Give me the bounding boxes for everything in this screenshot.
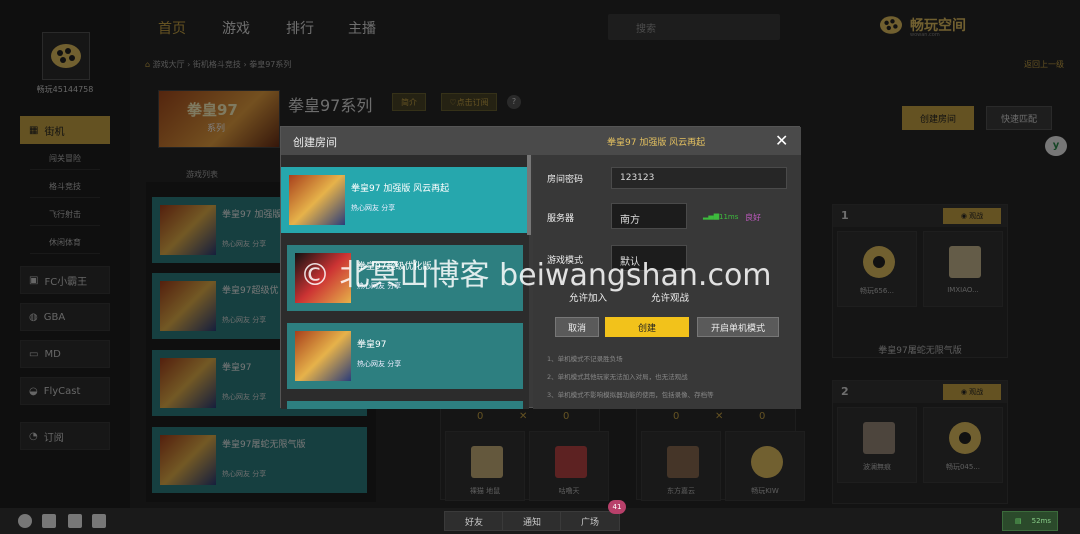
notify-tab[interactable]: 通知 xyxy=(502,511,562,531)
network-status: ▤ 52ms xyxy=(1002,511,1058,531)
password-label: 房间密码 xyxy=(547,175,584,185)
note-line: 1、单机模式不记录胜负场 xyxy=(547,355,623,363)
signal-icon: ▂▄▆ xyxy=(703,212,720,220)
list-item[interactable] xyxy=(287,401,523,409)
close-icon[interactable]: ✕ xyxy=(775,131,788,150)
bottom-bar: 好友 通知 广场 41 ▤ 52ms xyxy=(0,500,1080,534)
game-thumb xyxy=(289,175,345,225)
app-window: 畅玩45144758 ▦街机 闯关冒险 格斗竞技 飞行射击 休闲体育 ▣FC小霸… xyxy=(0,0,1080,534)
list-item[interactable]: 拳皇97 热心网友 分享 xyxy=(287,323,523,389)
settings-icon[interactable] xyxy=(18,514,32,528)
note-line: 2、单机模式其他玩家无法加入对局，也无法观战 xyxy=(547,373,688,381)
square-tab[interactable]: 广场 xyxy=(560,511,620,531)
network-icon: ▤ xyxy=(1015,517,1022,525)
help-icon[interactable] xyxy=(42,514,56,528)
dialog-header xyxy=(281,127,801,155)
password-field[interactable]: 123123 xyxy=(611,167,787,189)
watermark: © 北冥山博客 beiwangshan.com xyxy=(300,258,772,293)
cancel-button[interactable]: 取消 xyxy=(555,317,599,337)
list-item-sub: 热心网友 分享 xyxy=(351,204,396,212)
list-item-sub: 热心网友 分享 xyxy=(357,360,402,368)
unread-badge: 41 xyxy=(608,500,626,514)
friends-tab[interactable]: 好友 xyxy=(444,511,504,531)
server-label: 服务器 xyxy=(547,214,575,224)
message-icon[interactable] xyxy=(68,514,82,528)
game-thumb xyxy=(295,331,351,381)
scrollbar[interactable] xyxy=(527,155,531,235)
dialog-game-name: 拳皇97 加强版 风云再起 xyxy=(607,138,706,148)
ping-value: 11ms xyxy=(719,213,739,221)
shirt-icon[interactable] xyxy=(92,514,106,528)
single-mode-button[interactable]: 开启单机模式 xyxy=(697,317,779,337)
note-line: 3、单机模式不影响模拟器功能的使用，包括录像、存档等 xyxy=(547,391,714,399)
create-button[interactable]: 创建 xyxy=(605,317,689,337)
dialog-title: 创建房间 xyxy=(293,136,337,149)
server-select[interactable]: 南方 xyxy=(611,203,687,229)
list-item-title: 拳皇97 xyxy=(357,340,387,350)
list-item-selected[interactable]: 拳皇97 加强版 风云再起 热心网友 分享 xyxy=(281,167,529,233)
ping-status: 良好 xyxy=(745,213,761,222)
list-item-title: 拳皇97 加强版 风云再起 xyxy=(351,184,450,194)
